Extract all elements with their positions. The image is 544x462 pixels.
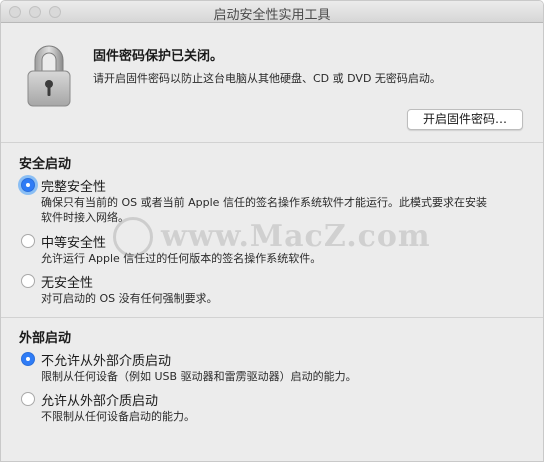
firmware-description: 请开启固件密码以防止这台电脑从其他硬盘、CD 或 DVD 无密码启动。 xyxy=(93,72,441,85)
padlock-icon xyxy=(27,45,71,107)
medium-security-label[interactable]: 中等安全性 xyxy=(41,232,106,251)
medium-security-description: 允许运行 Apple 信任过的任何版本的签名操作系统软件。 xyxy=(41,252,322,265)
turn-on-firmware-password-button[interactable]: 开启固件密码… xyxy=(407,109,523,130)
full-security-description-line1: 确保只有当前的 OS 或者当前 Apple 信任的签名操作系统软件才能运行。此模… xyxy=(41,196,487,209)
no-security-label[interactable]: 无安全性 xyxy=(41,272,93,291)
external-boot-heading: 外部启动 xyxy=(19,331,72,346)
full-security-radio[interactable] xyxy=(21,178,35,192)
secure-boot-heading: 安全启动 xyxy=(19,157,72,172)
window-title: 启动安全性实用工具 xyxy=(213,8,331,23)
disallow-external-boot-label[interactable]: 不允许从外部介质启动 xyxy=(41,350,171,369)
no-security-description: 对可启动的 OS 没有任何强制要求。 xyxy=(41,292,218,305)
startup-security-window: 启动安全性实用工具 固件密码保护已关闭。 请开启固件密码以防止这台电脑从其他硬盘 xyxy=(0,0,544,462)
medium-security-radio[interactable] xyxy=(21,234,35,248)
firmware-status-title: 固件密码保护已关闭。 xyxy=(93,49,224,64)
no-security-radio[interactable] xyxy=(21,274,35,288)
allow-external-boot-radio[interactable] xyxy=(21,392,35,406)
disallow-external-boot-radio[interactable] xyxy=(21,352,35,366)
main-content: 固件密码保护已关闭。 请开启固件密码以防止这台电脑从其他硬盘、CD 或 DVD … xyxy=(1,24,543,461)
section-divider xyxy=(1,142,543,143)
allow-external-boot-label[interactable]: 允许从外部介质启动 xyxy=(41,390,158,409)
allow-external-boot-description: 不限制从任何设备启动的能力。 xyxy=(41,410,195,423)
title-bar: 启动安全性实用工具 xyxy=(1,1,543,23)
full-security-label[interactable]: 完整安全性 xyxy=(41,176,106,195)
section-divider xyxy=(1,317,543,318)
disallow-external-boot-description: 限制从任何设备（例如 USB 驱动器和雷雳驱动器）启动的能力。 xyxy=(41,370,357,383)
full-security-description-line2: 软件时接入网络。 xyxy=(41,211,129,224)
